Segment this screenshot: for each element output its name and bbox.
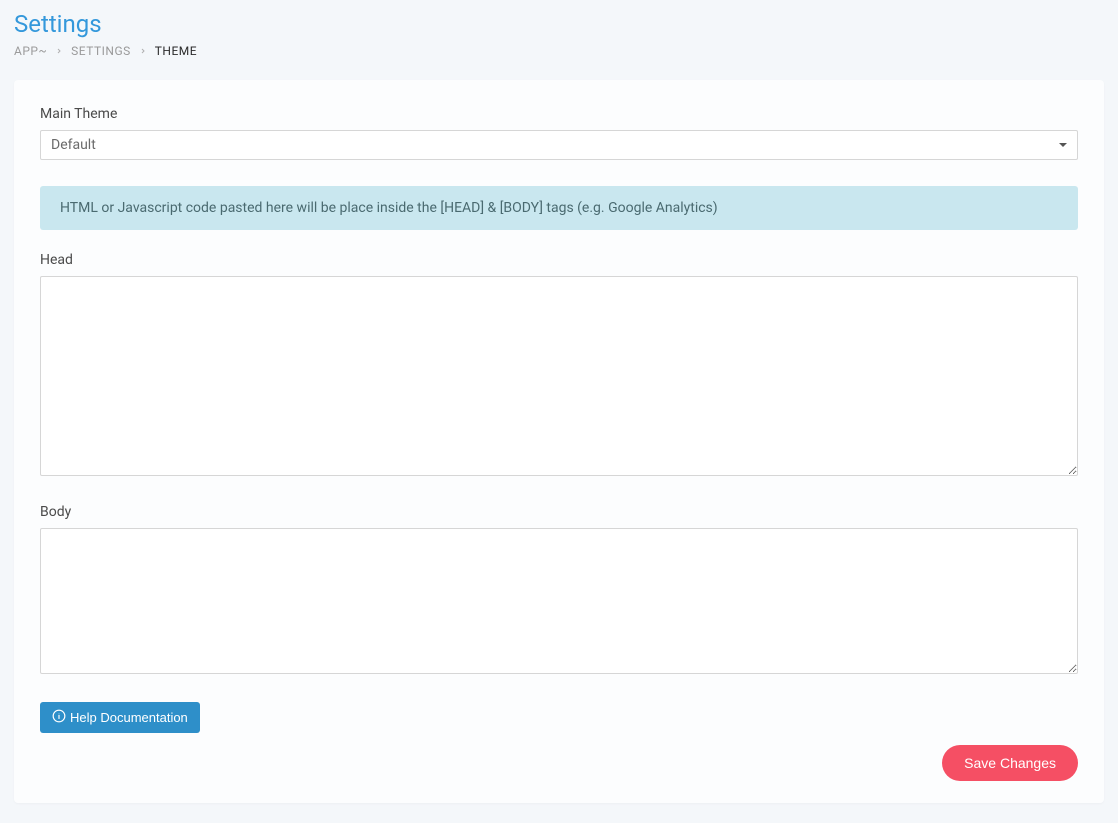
info-banner: HTML or Javascript code pasted here will… xyxy=(40,186,1078,230)
caret-down-icon xyxy=(1059,143,1067,147)
info-circle-icon xyxy=(52,709,66,726)
chevron-right-icon xyxy=(55,47,63,55)
breadcrumb-settings[interactable]: SETTINGS xyxy=(71,44,131,58)
breadcrumb-theme: THEME xyxy=(155,44,197,58)
head-label: Head xyxy=(40,252,1078,268)
chevron-right-icon xyxy=(139,47,147,55)
head-textarea[interactable] xyxy=(40,276,1078,476)
body-textarea[interactable] xyxy=(40,528,1078,674)
settings-card: Main Theme Default HTML or Javascript co… xyxy=(14,80,1104,803)
breadcrumb-app[interactable]: APP~ xyxy=(14,44,47,58)
main-theme-select[interactable]: Default xyxy=(40,130,1078,160)
body-label: Body xyxy=(40,504,1078,520)
save-changes-button[interactable]: Save Changes xyxy=(942,745,1078,781)
main-theme-label: Main Theme xyxy=(40,106,1078,122)
breadcrumb: APP~ SETTINGS THEME xyxy=(14,44,1104,58)
help-documentation-button[interactable]: Help Documentation xyxy=(40,702,200,733)
help-button-label: Help Documentation xyxy=(70,710,188,725)
main-theme-selected-value: Default xyxy=(51,137,96,153)
page-title: Settings xyxy=(14,10,1104,38)
